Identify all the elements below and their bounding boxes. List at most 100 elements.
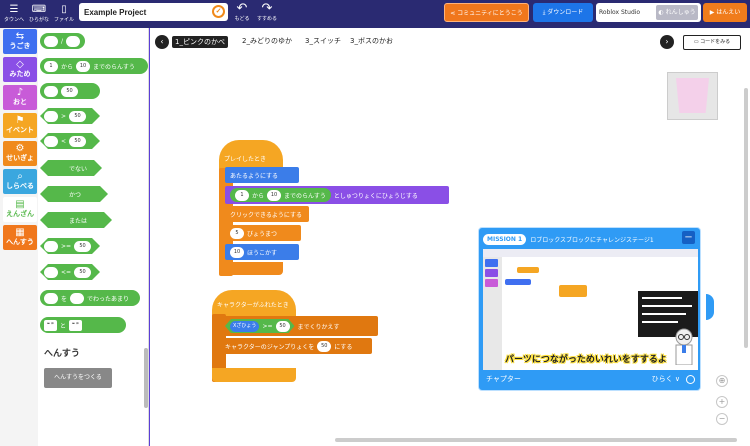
- and-label: かつ: [69, 191, 82, 199]
- target-icon[interactable]: [686, 375, 695, 384]
- and-block[interactable]: かつ: [40, 186, 108, 202]
- hiragana-button[interactable]: ⌨ ひらがな: [27, 0, 51, 28]
- mission-side-tab[interactable]: [706, 294, 714, 320]
- vertical-scrollbar[interactable]: [744, 88, 748, 348]
- check-icon[interactable]: ✓: [212, 5, 225, 18]
- jump-power-suffix: にする: [334, 343, 353, 351]
- string-slot[interactable]: ❝ ❞: [69, 319, 82, 331]
- operand-value[interactable]: 50: [69, 136, 86, 147]
- practice-button[interactable]: ◐ れんしゅう: [656, 5, 698, 20]
- mod-block[interactable]: を でわったあまり: [40, 290, 140, 306]
- practice-label: れんしゅう: [665, 9, 696, 16]
- file-button[interactable]: ▯ ファイル: [52, 0, 76, 28]
- script1-wait-block[interactable]: 5 びょうまつ: [225, 225, 301, 241]
- random-to[interactable]: 10: [76, 60, 91, 72]
- script2-jump-power-block[interactable]: キャラクターのジャンプりょくを 50 にする: [220, 338, 372, 354]
- category-variables[interactable]: ▦ へんすう: [3, 225, 37, 250]
- operator-label: <: [61, 137, 67, 145]
- operand-value[interactable]: 50: [69, 111, 86, 122]
- mission-video[interactable]: パーツにつながっためいれいをすするよ: [483, 249, 698, 370]
- category-control[interactable]: ⚙ せいぎょ: [3, 141, 37, 166]
- operand-value[interactable]: 50: [74, 267, 91, 278]
- zoom-in-button[interactable]: +: [716, 396, 728, 408]
- download-button[interactable]: ⤓ ダウンロード: [533, 3, 593, 22]
- script1-end-cap: [219, 262, 283, 275]
- recenter-icon[interactable]: ⊕: [716, 375, 728, 387]
- chevron-left-icon[interactable]: ‹: [155, 35, 169, 49]
- wait-seconds[interactable]: 5: [230, 227, 244, 239]
- gte-block[interactable]: >= 50: [40, 238, 100, 254]
- project-title-input[interactable]: Example Project ✓: [79, 3, 228, 21]
- redo-button[interactable]: ↷ すすめる: [253, 1, 281, 27]
- greater-than-block[interactable]: >50: [40, 108, 100, 124]
- town-menu-button[interactable]: ☰ タウンへ: [2, 0, 26, 28]
- community-label: コミュニティにとうこう: [457, 10, 523, 17]
- script1-clickable-block[interactable]: クリックできるようにする: [225, 206, 309, 222]
- palette-scrollbar[interactable]: [144, 348, 148, 408]
- random-from[interactable]: 1: [44, 60, 58, 72]
- zoom-out-button[interactable]: −: [716, 413, 728, 425]
- category-operators[interactable]: ▤ えんざん: [3, 197, 37, 222]
- category-sensing[interactable]: ⌕ しらべる: [3, 169, 37, 194]
- cond-operator: >=: [262, 322, 273, 330]
- horizontal-scrollbar[interactable]: [335, 438, 737, 442]
- tab-stage-1[interactable]: 1_ピンクのかべ: [172, 36, 228, 48]
- operand-value[interactable]: 50: [61, 85, 78, 97]
- join-block[interactable]: ❝ ❞ と ❝ ❞: [40, 317, 126, 333]
- script1-forever-block[interactable]: あたるようにする: [225, 167, 299, 183]
- video-sidebar: [483, 257, 502, 370]
- open-chapter-button[interactable]: ひらく ∨: [652, 374, 680, 384]
- chevron-right-icon[interactable]: ›: [660, 35, 674, 49]
- tab-stage-3[interactable]: 3_スイッチ: [305, 36, 341, 46]
- divide-label: /: [61, 37, 64, 45]
- random-block[interactable]: 1 から 10 までのらんすう: [40, 58, 148, 74]
- stage-preview[interactable]: [667, 72, 718, 120]
- script1-impulse-block[interactable]: 1 から 10 までのらんすう としゅつりょくにひょうじする: [225, 186, 449, 204]
- view-code-button[interactable]: ▭ コードをみる: [683, 35, 741, 50]
- category-looks[interactable]: ◇ みため: [3, 57, 37, 82]
- operand-slot: [44, 85, 58, 97]
- operand-slot: [44, 241, 58, 252]
- minimize-button[interactable]: ー: [682, 231, 695, 244]
- operand-value[interactable]: 50: [74, 241, 91, 252]
- move-steps[interactable]: 10: [230, 246, 244, 258]
- divide-block[interactable]: /: [40, 33, 85, 49]
- video-category: [485, 269, 498, 277]
- script2-hat-block[interactable]: キャラクターがふれたとき: [212, 290, 296, 316]
- rand-to[interactable]: 10: [267, 189, 282, 201]
- lte-block[interactable]: <= 50: [40, 264, 100, 280]
- script2-condition[interactable]: Xざひょう >= 50: [225, 319, 295, 333]
- string-slot[interactable]: ❝ ❞: [44, 319, 57, 331]
- category-label: おと: [13, 98, 27, 106]
- town-menu-label: タウンへ: [3, 17, 24, 23]
- tab-stage-2[interactable]: 2_みどりのゆか: [242, 36, 292, 46]
- less-than-block[interactable]: <50: [40, 133, 100, 149]
- make-variable-button[interactable]: へんすうをつくる: [44, 368, 112, 388]
- category-label: へんすう: [6, 238, 34, 246]
- category-sound[interactable]: ♪ おと: [3, 85, 37, 110]
- rand-from[interactable]: 1: [235, 189, 249, 201]
- mission-badge: MISSION 1: [483, 233, 527, 245]
- script1-random-block[interactable]: 1 から 10 までのらんすう: [230, 188, 331, 202]
- category-label: しらべる: [6, 182, 34, 190]
- or-block[interactable]: または: [40, 212, 112, 228]
- tab-stage-4[interactable]: 3_ボスのかお: [350, 36, 393, 46]
- chapter-label[interactable]: チャプター: [486, 374, 521, 384]
- add-block[interactable]: 50: [40, 83, 100, 99]
- community-post-button[interactable]: ⋖ コミュニティにとうこう: [444, 3, 529, 22]
- jump-power-value[interactable]: 50: [317, 340, 332, 352]
- operators-icon: ▤: [15, 199, 25, 210]
- cond-value[interactable]: 50: [276, 321, 290, 332]
- script1-move-block[interactable]: 10 ほうこかす: [225, 244, 299, 260]
- x-position-variable[interactable]: Xざひょう: [230, 321, 259, 332]
- category-events[interactable]: ⚑ イベント: [3, 113, 37, 138]
- script1-hat-block[interactable]: プレイしたとき: [219, 140, 283, 170]
- random-kara: から: [61, 63, 74, 71]
- category-motion[interactable]: ⇆ うごき: [3, 29, 37, 54]
- code-workspace[interactable]: ‹ 1_ピンクのかべ 2_みどりのゆか 3_スイッチ 3_ボスのかお › ▭ コ…: [150, 28, 750, 446]
- apply-button[interactable]: ▶ はんえい: [703, 3, 747, 22]
- script2-repeat-until-block[interactable]: Xざひょう >= 50 までくりかえす: [220, 316, 378, 336]
- not-block[interactable]: でない: [40, 160, 102, 176]
- tooltip-line: [642, 297, 682, 299]
- undo-button[interactable]: ↶ もどる: [228, 1, 256, 27]
